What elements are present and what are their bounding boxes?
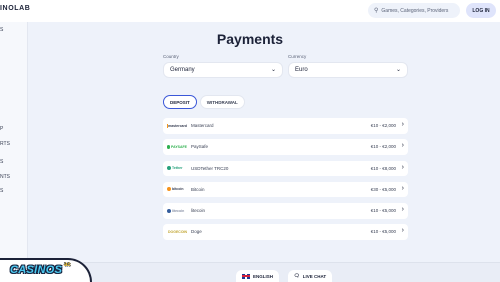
language-button[interactable]: ENGLISH (236, 270, 280, 282)
search-box[interactable]: ⚲ (368, 3, 460, 18)
payment-method-row[interactable]: DOGECOIN Doge €10 - €5,000 › (163, 224, 408, 240)
method-name: litecoin (191, 208, 206, 214)
method-name: USDTether TRC20 (191, 165, 229, 171)
top-bar: INOLAB ⚲ LOG IN (0, 0, 500, 22)
site-logo[interactable]: INOLAB (0, 5, 30, 12)
payment-methods-list: mastercard Mastercard €10 - €2,000 › PAY… (163, 118, 408, 246)
method-limits: €30 - €5,000 (370, 186, 396, 192)
dogecoin-logo: DOGECOIN (168, 229, 188, 234)
payment-method-row[interactable]: litecoin litecoin €10 - €5,000 › (163, 203, 408, 219)
country-select[interactable]: Germany ⌄ (163, 62, 283, 78)
country-value: Germany (170, 67, 195, 73)
method-limits: €10 - €2,000 (370, 144, 396, 150)
chevron-right-icon: › (401, 227, 404, 235)
currency-label: Currency (288, 54, 307, 59)
sidebar-item[interactable]: NTS (0, 174, 28, 180)
brand-logo-suffix: ac (64, 262, 71, 268)
tether-logo: Tether (167, 165, 187, 172)
sidebar: S P RTS S NTS S (0, 22, 28, 262)
search-input[interactable] (381, 7, 460, 14)
tab-deposit[interactable]: DEPOSIT (163, 95, 197, 109)
litecoin-logo: litecoin (167, 207, 187, 214)
chat-icon: 🗨 (294, 273, 300, 278)
language-label: ENGLISH (253, 273, 274, 279)
country-label: Country (163, 54, 179, 59)
login-button[interactable]: LOG IN (466, 3, 496, 18)
chevron-down-icon: ⌄ (395, 67, 401, 73)
payment-method-row[interactable]: PAYSAFE PaySafe €10 - €2,000 › (163, 139, 408, 155)
method-name: PaySafe (191, 144, 209, 150)
brand-logo: CASINOS (10, 264, 63, 276)
sidebar-item[interactable]: S (0, 188, 28, 194)
payment-method-row[interactable]: mastercard Mastercard €10 - €2,000 › (163, 118, 408, 134)
method-limits: €10 - €2,000 (370, 123, 396, 128)
method-name: Mastercard (191, 123, 214, 128)
payment-method-row[interactable]: Tether USDTether TRC20 €10 - €8,000 › (163, 160, 408, 177)
currency-value: Euro (295, 67, 308, 73)
method-name: Bitcoin (191, 186, 205, 192)
payment-method-row[interactable]: bitcoin Bitcoin €30 - €5,000 › (163, 181, 408, 198)
sidebar-item[interactable]: P (0, 126, 28, 132)
tab-withdrawal[interactable]: WITHDRAWAL (199, 95, 245, 109)
search-icon: ⚲ (374, 8, 379, 14)
sidebar-item[interactable]: RTS (0, 141, 28, 147)
sidebar-item[interactable]: S (0, 159, 28, 165)
method-name: Doge (191, 229, 202, 235)
chevron-right-icon: › (401, 121, 404, 128)
page-title: Payments (216, 31, 284, 47)
chevron-down-icon: ⌄ (270, 67, 276, 73)
currency-select[interactable]: Euro ⌄ (288, 62, 408, 78)
method-limits: €10 - €5,000 (370, 229, 396, 235)
method-limits: €10 - €8,000 (370, 165, 396, 171)
chevron-right-icon: › (401, 206, 404, 214)
chevron-right-icon: › (401, 142, 404, 150)
payment-tabs: DEPOSIT WITHDRAWAL (163, 95, 245, 109)
chevron-right-icon: › (401, 184, 404, 192)
uk-flag-icon (242, 273, 250, 279)
paysafe-logo: PAYSAFE (167, 143, 187, 150)
live-chat-label: LIVE CHAT (302, 273, 327, 279)
method-limits: €10 - €5,000 (370, 208, 396, 214)
chevron-right-icon: › (401, 163, 404, 171)
bitcoin-logo: bitcoin (167, 186, 187, 193)
mastercard-logo: mastercard (166, 123, 187, 128)
live-chat-button[interactable]: 🗨 LIVE CHAT (288, 270, 333, 282)
